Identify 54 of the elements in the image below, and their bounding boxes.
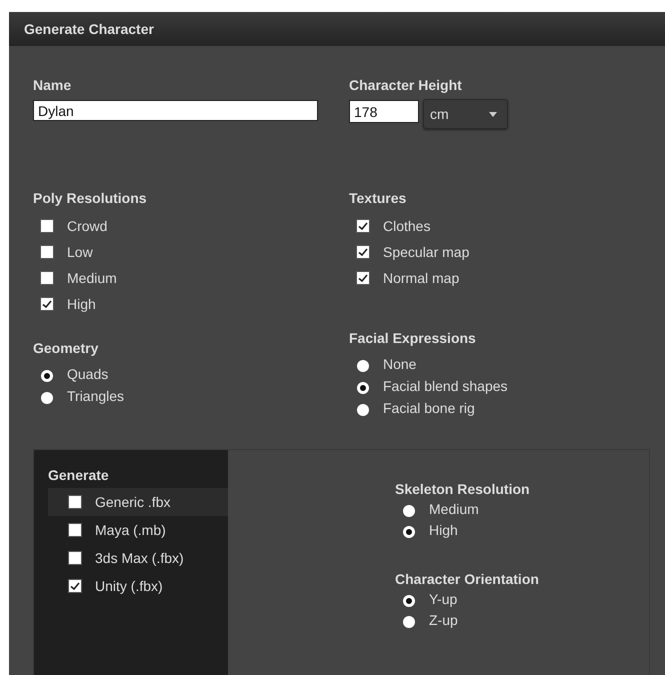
radio-button[interactable]: [403, 504, 415, 516]
radio-label: High: [429, 522, 458, 538]
radio-label: Facial bone rig: [383, 400, 475, 416]
section-heading: Textures: [349, 189, 406, 207]
checkbox[interactable]: [68, 579, 82, 593]
checkbox-label: Low: [67, 244, 93, 260]
format-list-item[interactable]: Maya (.mb): [48, 516, 228, 544]
window-title: Generate Character: [24, 21, 154, 37]
section-heading: Character Orientation: [395, 570, 539, 588]
radio-button[interactable]: [403, 594, 415, 606]
section-heading: Facial Expressions: [349, 329, 476, 347]
radio-button[interactable]: [357, 360, 369, 372]
checkbox[interactable]: [40, 245, 54, 259]
height-field[interactable]: 178: [349, 100, 419, 123]
checkbox-label: Clothes: [383, 218, 430, 234]
format-list-item[interactable]: Generic .fbx: [48, 488, 228, 516]
checkbox[interactable]: [68, 551, 82, 565]
checkbox-label: Normal map: [383, 270, 460, 286]
field-label: Character Height: [349, 76, 462, 94]
radio-button[interactable]: [357, 404, 369, 416]
field-label: Name: [33, 76, 72, 94]
unit-dropdown[interactable]: cm: [423, 99, 508, 129]
checkbox[interactable]: [40, 297, 54, 311]
name-field[interactable]: Dylan: [33, 100, 318, 121]
checkbox[interactable]: [356, 219, 370, 233]
radio-label: Facial blend shapes: [383, 378, 508, 394]
radio-button[interactable]: [403, 526, 415, 538]
format-list-item[interactable]: Unity (.fbx): [48, 572, 228, 600]
radio-label: None: [383, 356, 416, 372]
radio-label: Triangles: [67, 388, 124, 404]
checkbox-label: Specular map: [383, 244, 470, 260]
caret-icon: [489, 112, 497, 116]
checkbox-label: Medium: [67, 270, 117, 286]
radio-label: Medium: [429, 500, 479, 516]
radio-label: Quads: [67, 366, 108, 382]
checkbox[interactable]: [356, 271, 370, 285]
checkbox[interactable]: [40, 219, 54, 233]
radio-button[interactable]: [41, 370, 53, 382]
radio-label: Z-up: [429, 612, 458, 628]
section-heading: Skeleton Resolution: [395, 480, 530, 498]
checkbox[interactable]: [356, 245, 370, 259]
radio-button[interactable]: [41, 392, 53, 404]
section-heading: Poly Resolutions: [33, 189, 147, 207]
checkbox-label: Crowd: [67, 218, 108, 234]
section-heading: Generate: [48, 466, 110, 484]
format-list-item[interactable]: 3ds Max (.fbx): [48, 544, 228, 572]
checkbox[interactable]: [40, 271, 54, 285]
section-heading: Geometry: [33, 339, 98, 357]
radio-button[interactable]: [357, 382, 369, 394]
checkbox-label: High: [67, 296, 96, 312]
checkbox[interactable]: [68, 495, 82, 509]
radio-button[interactable]: [403, 616, 415, 628]
checkbox[interactable]: [68, 523, 82, 537]
radio-label: Y-up: [429, 590, 458, 606]
